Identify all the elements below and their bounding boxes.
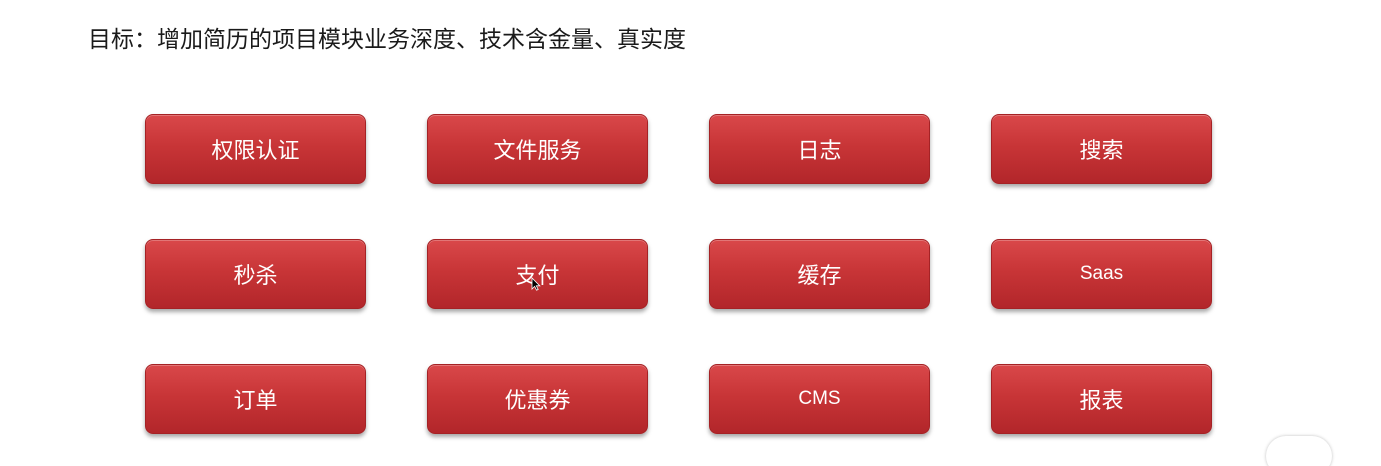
module-label: 秒杀 bbox=[233, 264, 278, 289]
module-button-file-service[interactable]: 文件服务 bbox=[427, 114, 648, 184]
module-label: 文件服务 bbox=[493, 139, 582, 164]
module-label: Saas bbox=[1079, 263, 1124, 284]
module-label: 权限认证 bbox=[211, 139, 300, 164]
slide: 目标：增加简历的项目模块业务深度、技术含金量、真实度 权限认证 文件服务 日志 … bbox=[0, 0, 1381, 466]
module-label: 日志 bbox=[797, 139, 842, 164]
page-title: 目标：增加简历的项目模块业务深度、技术含金量、真实度 bbox=[88, 27, 686, 53]
module-button-order[interactable]: 订单 bbox=[145, 364, 366, 434]
module-button-payment[interactable]: 支付 bbox=[427, 239, 648, 309]
module-label: CMS bbox=[798, 388, 841, 409]
module-label: 订单 bbox=[233, 389, 278, 414]
module-button-auth[interactable]: 权限认证 bbox=[145, 114, 366, 184]
corner-widget bbox=[1266, 436, 1332, 466]
module-grid: 权限认证 文件服务 日志 搜索 秒杀 支付 缓存 Saas 订单 优惠券 CMS… bbox=[145, 114, 1212, 434]
module-label: 搜索 bbox=[1079, 139, 1124, 164]
module-label: 缓存 bbox=[797, 264, 842, 289]
module-label: 报表 bbox=[1079, 389, 1124, 414]
module-button-cache[interactable]: 缓存 bbox=[709, 239, 930, 309]
module-button-flash-sale[interactable]: 秒杀 bbox=[145, 239, 366, 309]
module-button-report[interactable]: 报表 bbox=[991, 364, 1212, 434]
module-button-cms[interactable]: CMS bbox=[709, 364, 930, 434]
module-label: 优惠券 bbox=[504, 389, 571, 414]
module-button-search[interactable]: 搜索 bbox=[991, 114, 1212, 184]
module-button-logging[interactable]: 日志 bbox=[709, 114, 930, 184]
mouse-pointer-icon bbox=[531, 277, 541, 291]
module-button-saas[interactable]: Saas bbox=[991, 239, 1212, 309]
module-button-coupon[interactable]: 优惠券 bbox=[427, 364, 648, 434]
